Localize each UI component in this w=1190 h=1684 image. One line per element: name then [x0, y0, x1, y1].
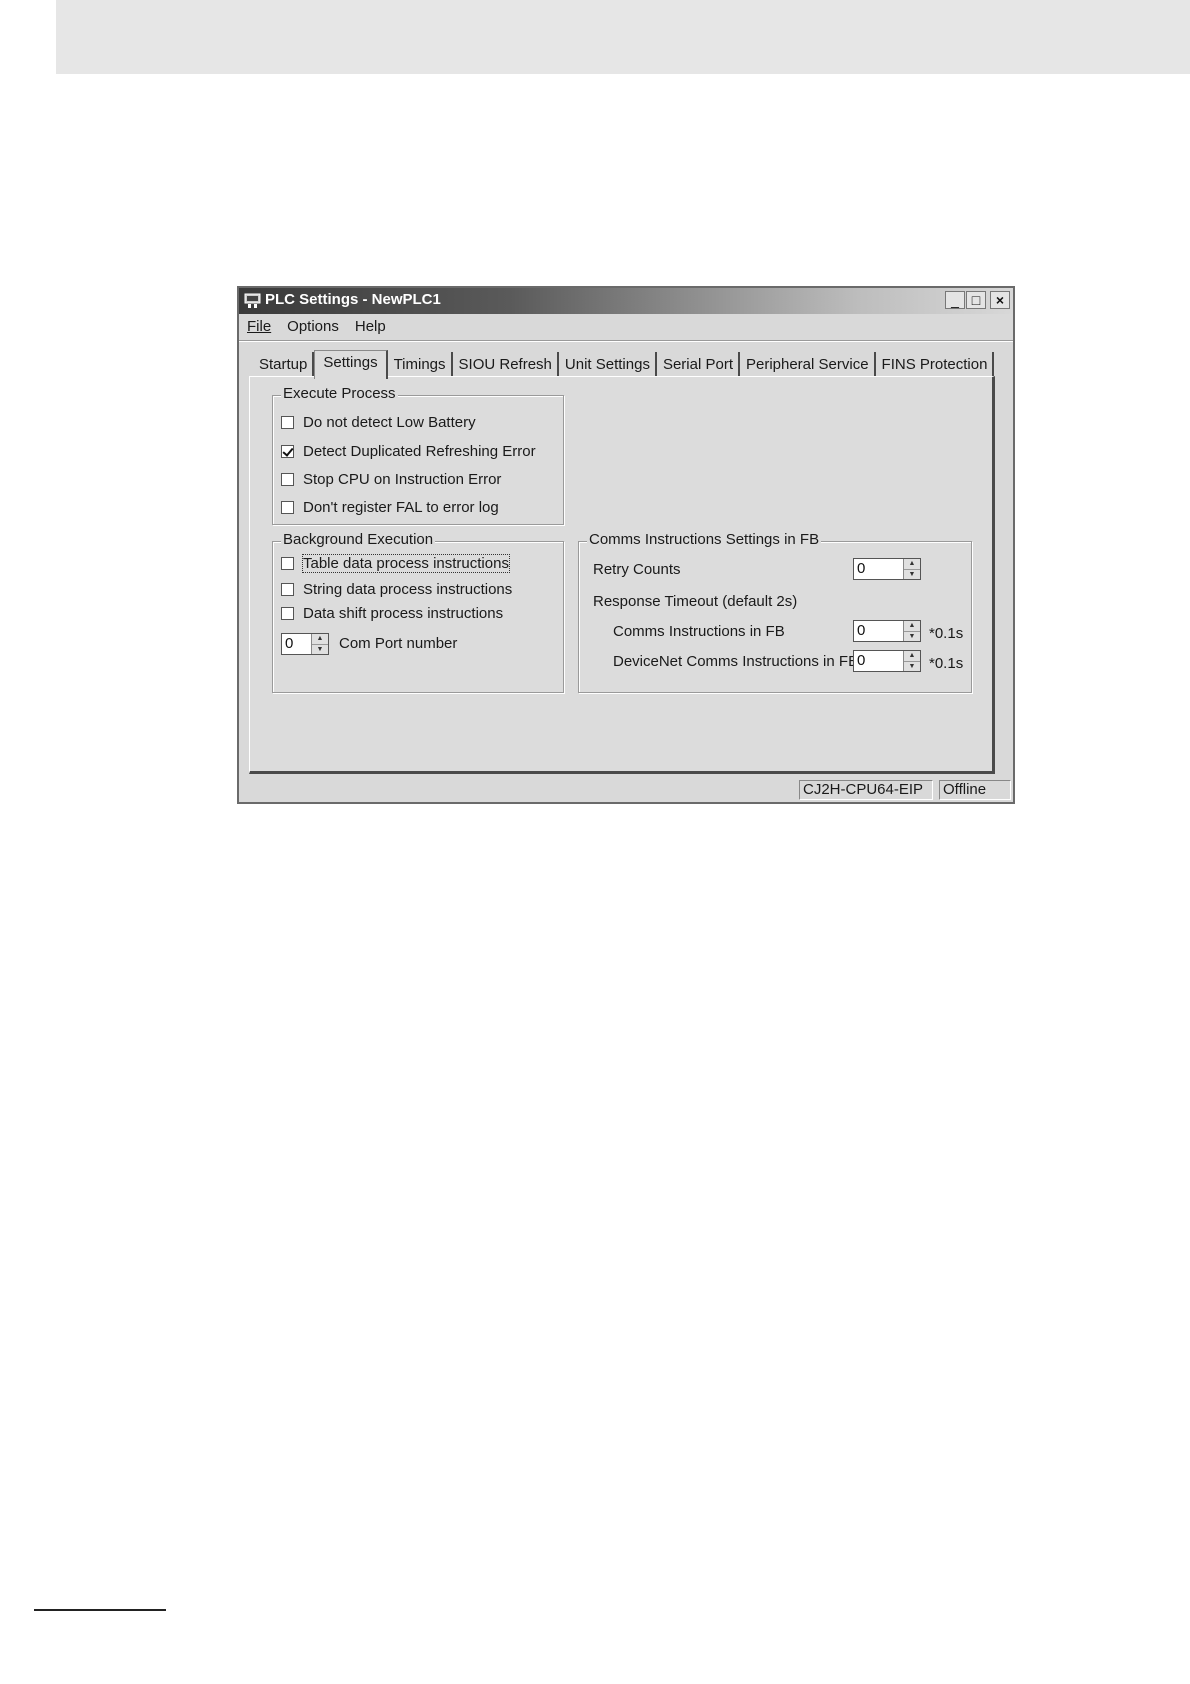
tab-serial-port[interactable]: Serial Port [656, 352, 740, 378]
table-data-process-label: Table data process instructions [302, 554, 510, 573]
comms-instructions-value[interactable]: 0 [854, 621, 903, 641]
response-timeout-label: Response Timeout (default 2s) [593, 593, 798, 610]
settings-tab-panel: Execute Process Do not detect Low Batter… [249, 376, 995, 774]
tab-strip: Startup Settings Timings SIOU Refresh Un… [251, 350, 995, 379]
do-not-detect-low-battery-option[interactable]: Do not detect Low Battery [281, 414, 476, 431]
menu-separator [239, 340, 1013, 342]
plc-settings-icon [244, 293, 261, 308]
title-bar[interactable]: PLC Settings - NewPLC1 _ □ × [239, 288, 1013, 314]
spin-down-icon[interactable]: ▼ [904, 631, 920, 642]
string-data-process-checkbox[interactable] [281, 583, 294, 596]
devicenet-comms-unit: *0.1s [929, 655, 964, 672]
comms-instructions-in-fb-label: Comms Instructions in FB [613, 623, 785, 640]
status-mode: Offline [939, 780, 1011, 800]
dont-register-fal-checkbox[interactable] [281, 501, 294, 514]
spin-down-icon[interactable]: ▼ [312, 644, 328, 655]
table-data-process-option[interactable]: Table data process instructions [281, 554, 510, 573]
menu-options[interactable]: Options [287, 316, 339, 338]
devicenet-comms-value[interactable]: 0 [854, 651, 903, 671]
execute-process-group: Execute Process Do not detect Low Batter… [272, 385, 564, 525]
do-not-detect-low-battery-label: Do not detect Low Battery [303, 414, 476, 431]
page-header-band [56, 0, 1190, 74]
menu-file[interactable]: File [247, 316, 271, 338]
stop-cpu-on-instruction-error-label: Stop CPU on Instruction Error [303, 471, 502, 488]
menu-help[interactable]: Help [355, 316, 386, 338]
comms-instructions-group: Comms Instructions Settings in FB Retry … [578, 531, 972, 693]
spin-up-icon[interactable]: ▲ [904, 621, 920, 631]
comms-instructions-stepper[interactable]: 0 ▲ ▼ [853, 620, 921, 642]
tab-timings[interactable]: Timings [387, 352, 453, 378]
maximize-button[interactable]: □ [966, 291, 986, 309]
dont-register-fal-label: Don't register FAL to error log [303, 499, 499, 516]
com-port-label: Com Port number [339, 635, 458, 652]
window-title: PLC Settings - NewPLC1 [265, 291, 441, 308]
retry-counts-stepper[interactable]: 0 ▲ ▼ [853, 558, 921, 580]
retry-counts-label: Retry Counts [593, 561, 681, 578]
tab-startup[interactable]: Startup [251, 352, 315, 378]
tab-settings[interactable]: Settings [314, 350, 388, 379]
data-shift-process-label: Data shift process instructions [303, 605, 504, 622]
menu-bar: File Options Help [247, 316, 386, 338]
data-shift-process-checkbox[interactable] [281, 607, 294, 620]
footer-rule [34, 1609, 166, 1611]
detect-duplicated-refreshing-error-option[interactable]: Detect Duplicated Refreshing Error [281, 443, 536, 460]
com-port-spin-buttons: ▲ ▼ [311, 634, 329, 654]
devicenet-comms-label: DeviceNet Comms Instructions in FB [613, 653, 859, 670]
table-data-process-checkbox[interactable] [281, 557, 294, 570]
tab-siou-refresh[interactable]: SIOU Refresh [452, 352, 559, 378]
comms-instructions-spin-buttons: ▲ ▼ [903, 621, 921, 641]
com-port-value[interactable]: 0 [282, 634, 311, 654]
execute-process-legend: Execute Process [281, 385, 398, 402]
retry-counts-spin-buttons: ▲ ▼ [903, 559, 921, 579]
devicenet-comms-spin-buttons: ▲ ▼ [903, 651, 921, 671]
status-model: CJ2H-CPU64-EIP [799, 780, 933, 800]
detect-duplicated-refreshing-error-checkbox[interactable] [281, 445, 294, 458]
tab-peripheral-service[interactable]: Peripheral Service [739, 352, 876, 378]
comms-instructions-legend: Comms Instructions Settings in FB [587, 531, 822, 548]
spin-down-icon[interactable]: ▼ [904, 569, 920, 580]
stop-cpu-on-instruction-error-option[interactable]: Stop CPU on Instruction Error [281, 471, 501, 488]
string-data-process-option[interactable]: String data process instructions [281, 581, 512, 598]
spin-up-icon[interactable]: ▲ [904, 559, 920, 569]
retry-counts-value[interactable]: 0 [854, 559, 903, 579]
menu-file-label: File [247, 318, 272, 335]
spin-up-icon[interactable]: ▲ [904, 651, 920, 661]
tab-fins-protection[interactable]: FINS Protection [875, 352, 995, 378]
do-not-detect-low-battery-checkbox[interactable] [281, 416, 294, 429]
tab-unit-settings[interactable]: Unit Settings [558, 352, 657, 378]
plc-settings-window: PLC Settings - NewPLC1 _ □ × File Option… [237, 286, 1015, 804]
minimize-button[interactable]: _ [945, 291, 965, 309]
background-execution-legend: Background Execution [281, 531, 436, 548]
spin-down-icon[interactable]: ▼ [904, 661, 920, 672]
background-execution-group: Background Execution Table data process … [272, 531, 564, 693]
detect-duplicated-refreshing-error-label: Detect Duplicated Refreshing Error [303, 443, 536, 460]
string-data-process-label: String data process instructions [303, 581, 513, 598]
window-controls: _ □ × [945, 291, 1010, 309]
devicenet-comms-stepper[interactable]: 0 ▲ ▼ [853, 650, 921, 672]
close-button[interactable]: × [990, 291, 1010, 309]
stop-cpu-on-instruction-error-checkbox[interactable] [281, 473, 294, 486]
dont-register-fal-option[interactable]: Don't register FAL to error log [281, 499, 499, 516]
comms-instructions-unit: *0.1s [929, 625, 964, 642]
status-bar: CJ2H-CPU64-EIP Offline [239, 778, 1013, 802]
spin-up-icon[interactable]: ▲ [312, 634, 328, 644]
com-port-stepper[interactable]: 0 ▲ ▼ [281, 633, 329, 655]
data-shift-process-option[interactable]: Data shift process instructions [281, 605, 503, 622]
